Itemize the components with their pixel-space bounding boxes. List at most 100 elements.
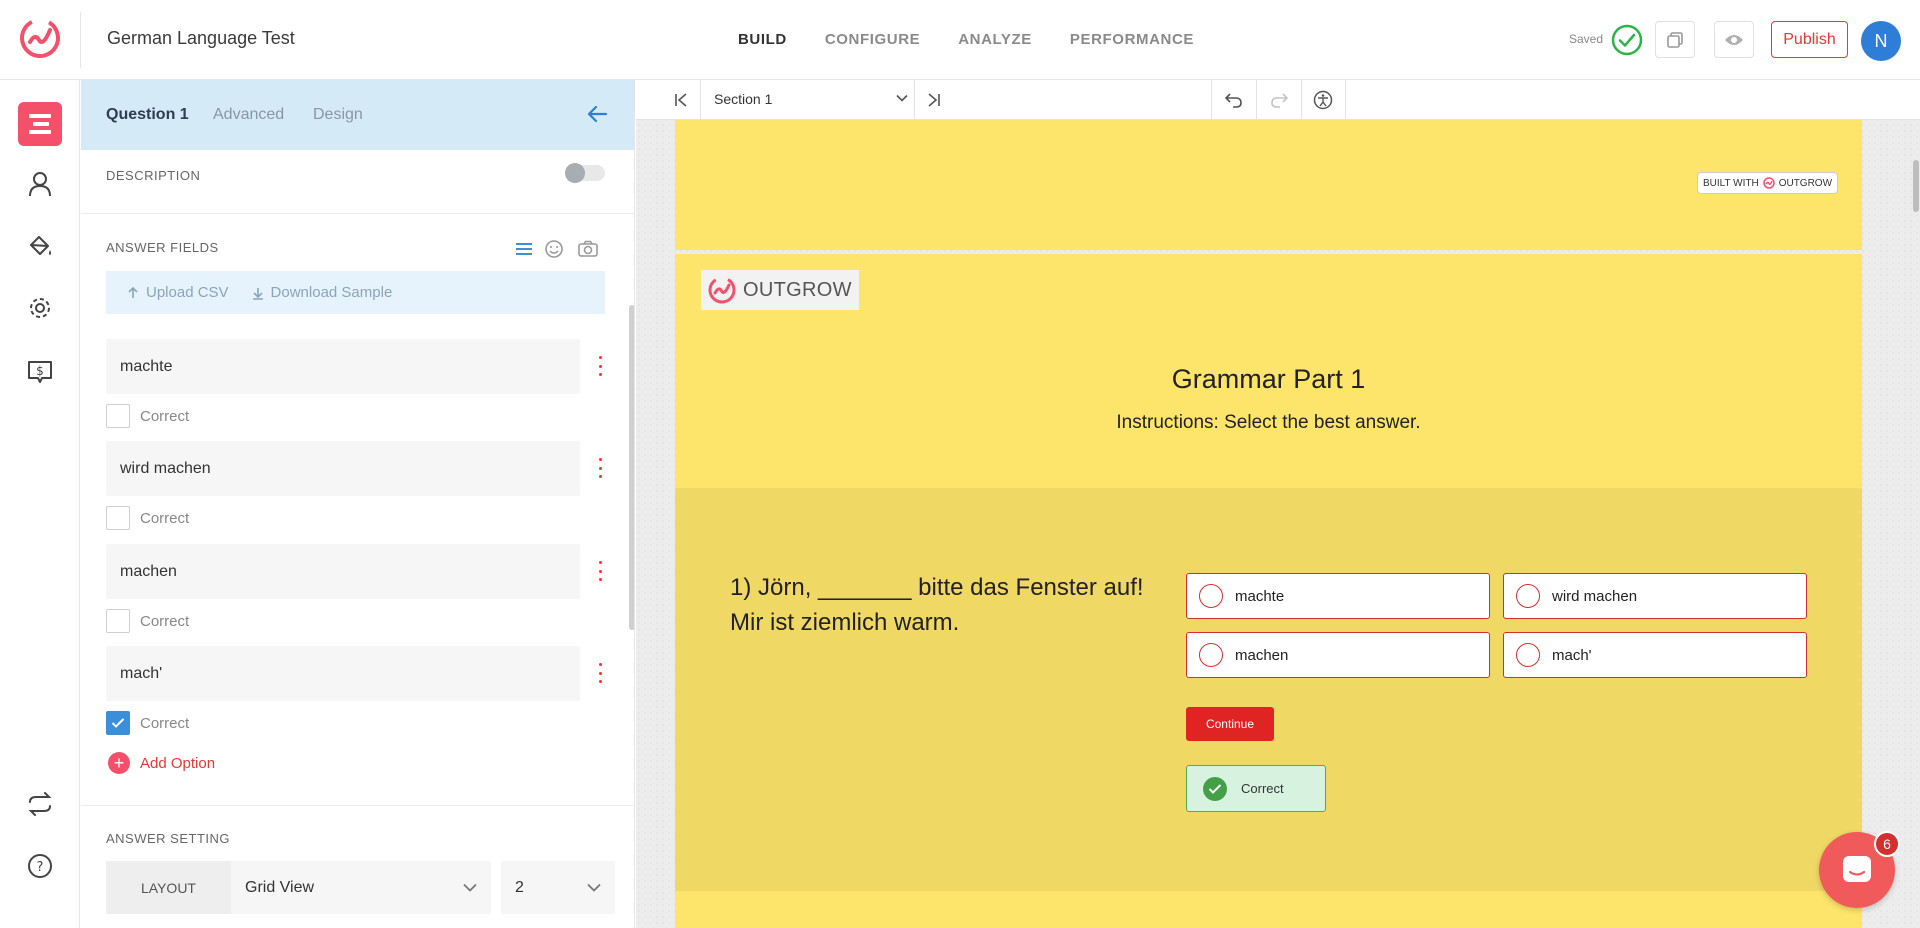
- preview-scrollbar[interactable]: [1913, 160, 1919, 212]
- last-page-icon[interactable]: [927, 93, 941, 107]
- question-text: 1) Jörn, _______ bitte das Fenster auf! …: [730, 570, 1170, 640]
- answer-4-correct-checkbox[interactable]: [106, 711, 130, 735]
- checkmark-icon: [111, 718, 125, 728]
- layout-select[interactable]: Grid View: [231, 861, 491, 914]
- answer-1-correct-checkbox[interactable]: [106, 404, 130, 428]
- nav-analyze[interactable]: ANALYZE: [958, 31, 1032, 48]
- top-bar: German Language Test BUILD CONFIGURE ANA…: [0, 0, 1920, 80]
- answer-3-menu-icon[interactable]: [596, 561, 604, 581]
- question-line-1: 1) Jörn, _______ bitte das Fenster auf!: [730, 574, 1144, 601]
- answer-input-3[interactable]: machen: [106, 544, 580, 599]
- rail-content-button[interactable]: [18, 102, 62, 146]
- built-with-badge[interactable]: BUILT WITH OUTGROW: [1697, 172, 1838, 194]
- columns-select[interactable]: 2: [501, 861, 615, 914]
- rail-pricing-button[interactable]: $: [18, 350, 62, 394]
- answer-input-4[interactable]: mach': [106, 646, 580, 701]
- chevron-down-icon[interactable]: [896, 94, 908, 102]
- answer-3-correct-checkbox[interactable]: [106, 609, 130, 633]
- section-select[interactable]: Section 1: [714, 91, 772, 107]
- question-panel: Question 1 Advanced Design DESCRIPTION A…: [81, 80, 635, 928]
- undo-icon[interactable]: [1225, 92, 1243, 108]
- download-sample-button[interactable]: Download Sample: [251, 284, 393, 301]
- copy-icon: [1667, 31, 1683, 48]
- previous-card-bottom: [675, 120, 1862, 250]
- answer-1-correct-row: Correct: [106, 404, 189, 428]
- left-rail: $ ?: [0, 80, 80, 928]
- nav-configure[interactable]: CONFIGURE: [825, 31, 920, 48]
- avatar[interactable]: N: [1861, 21, 1901, 61]
- camera-icon[interactable]: [577, 240, 599, 258]
- description-label: DESCRIPTION: [106, 168, 201, 183]
- accessibility-icon[interactable]: [1313, 90, 1333, 110]
- option-2[interactable]: wird machen: [1503, 573, 1807, 619]
- option-3[interactable]: machen: [1186, 632, 1490, 678]
- answer-input-2[interactable]: wird machen: [106, 441, 580, 496]
- option-1[interactable]: machte: [1186, 573, 1490, 619]
- first-page-icon[interactable]: [674, 93, 688, 107]
- nav-build[interactable]: BUILD: [738, 31, 787, 48]
- radio-icon: [1516, 643, 1540, 667]
- tab-design[interactable]: Design: [313, 106, 363, 124]
- outgrow-logo-icon: [708, 276, 736, 304]
- rail-sync-button[interactable]: [18, 782, 62, 826]
- answer-2-menu-icon[interactable]: [596, 458, 604, 478]
- collapse-panel-icon[interactable]: [586, 104, 608, 124]
- preview-toolbar: Section 1: [636, 80, 1920, 120]
- app-title[interactable]: German Language Test: [107, 28, 295, 49]
- add-option-button[interactable]: + Add Option: [108, 752, 215, 774]
- upload-csv-button[interactable]: Upload CSV: [126, 284, 229, 301]
- radio-icon: [1199, 584, 1223, 608]
- toolbar-separator: [914, 80, 915, 120]
- outgrow-logo-icon[interactable]: [18, 16, 62, 60]
- divider: [81, 805, 634, 806]
- rail-leads-button[interactable]: [18, 162, 62, 206]
- quiz-title: Grammar Part 1: [1171, 364, 1366, 394]
- card-logo-text: OUTGROW: [743, 278, 852, 301]
- paint-bucket-icon: [30, 236, 51, 255]
- panel-tabs: Question 1 Advanced Design: [81, 80, 634, 150]
- continue-button[interactable]: Continue: [1186, 707, 1274, 741]
- list-view-icon[interactable]: [515, 241, 533, 257]
- duplicate-button[interactable]: [1655, 21, 1695, 58]
- toolbar-separator: [1345, 80, 1346, 120]
- option-2-label: wird machen: [1552, 587, 1638, 605]
- csv-bar: Upload CSV Download Sample: [106, 271, 605, 314]
- answer-4-menu-icon[interactable]: [596, 663, 604, 683]
- correct-feedback-label: Correct: [1241, 781, 1284, 796]
- outgrow-logo-icon: [1762, 177, 1775, 189]
- redo-icon[interactable]: [1270, 92, 1288, 108]
- answer-setting-label: ANSWER SETTING: [106, 831, 231, 846]
- emoji-icon[interactable]: [544, 239, 564, 259]
- rail-design-button[interactable]: [18, 224, 62, 268]
- divider: [81, 213, 634, 214]
- answer-3-correct-row: Correct: [106, 609, 189, 633]
- main-nav: BUILD CONFIGURE ANALYZE PERFORMANCE: [738, 31, 1194, 48]
- preview-canvas: Section 1 BUILT WITH OUTGROW OUTGROW Gra…: [636, 80, 1920, 928]
- chat-icon: [1843, 856, 1871, 882]
- answer-1-menu-icon[interactable]: [596, 356, 604, 376]
- quiz-card: OUTGROW Grammar Part 1 Instructions: Sel…: [675, 254, 1862, 928]
- user-icon: [29, 172, 51, 197]
- download-icon: [252, 287, 263, 300]
- option-4[interactable]: mach': [1503, 632, 1807, 678]
- correct-feedback: Correct: [1186, 765, 1326, 812]
- chat-badge: 6: [1874, 831, 1900, 857]
- question-line-2: Mir ist ziemlich warm.: [730, 609, 960, 636]
- answer-input-1[interactable]: machte: [106, 339, 580, 394]
- nav-performance[interactable]: PERFORMANCE: [1070, 31, 1194, 48]
- tab-question-1[interactable]: Question 1: [106, 106, 189, 124]
- publish-button[interactable]: Publish: [1771, 21, 1848, 58]
- eye-icon: [1725, 34, 1743, 45]
- download-sample-label: Download Sample: [270, 284, 393, 301]
- pricing-icon: $: [28, 361, 52, 383]
- panel-scrollbar[interactable]: [629, 305, 634, 630]
- description-toggle[interactable]: [565, 163, 605, 183]
- correct-label: Correct: [140, 714, 190, 732]
- rail-help-button[interactable]: ?: [18, 844, 62, 888]
- correct-label: Correct: [140, 509, 190, 527]
- saved-check-icon: [1611, 24, 1643, 56]
- preview-button[interactable]: [1714, 21, 1754, 58]
- tab-advanced[interactable]: Advanced: [213, 106, 284, 124]
- answer-2-correct-checkbox[interactable]: [106, 506, 130, 530]
- rail-settings-button[interactable]: [18, 286, 62, 330]
